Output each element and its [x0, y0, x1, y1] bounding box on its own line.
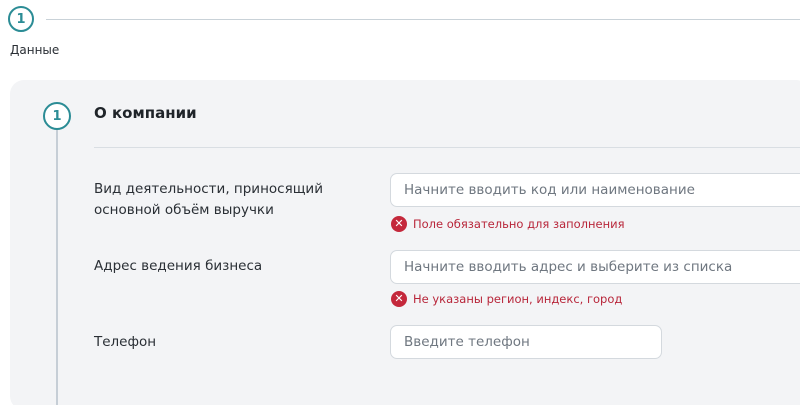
activity-error: ✕ Поле обязательно для заполнения — [391, 216, 625, 232]
address-error-text: Не указаны регион, индекс, город — [413, 292, 623, 306]
activity-label: Вид деятельности, приносящий основной об… — [94, 179, 323, 221]
company-section-panel: 1 О компании Вид деятельности, приносящи… — [10, 80, 800, 405]
section-number-badge: 1 — [43, 102, 71, 130]
x-circle-icon: ✕ — [391, 216, 407, 232]
activity-label-line2: основной объём выручки — [94, 202, 274, 218]
activity-error-text: Поле обязательно для заполнения — [413, 217, 625, 231]
address-label: Адрес ведения бизнеса — [94, 258, 263, 274]
activity-input[interactable] — [390, 173, 800, 207]
section-number: 1 — [52, 108, 62, 124]
form-page: 1 Данные 1 О компании Вид деятельности, … — [0, 0, 800, 405]
step-progress-line — [46, 19, 800, 20]
phone-label: Телефон — [94, 334, 157, 350]
section-title: О компании — [94, 104, 197, 122]
section-timeline-line — [56, 130, 58, 405]
address-input[interactable] — [390, 250, 800, 284]
activity-label-line1: Вид деятельности, приносящий — [94, 181, 323, 197]
section-divider — [94, 147, 800, 148]
phone-input[interactable] — [390, 325, 662, 359]
step-number: 1 — [16, 11, 26, 27]
step-indicator[interactable]: 1 — [8, 6, 34, 32]
address-error: ✕ Не указаны регион, индекс, город — [391, 291, 622, 307]
stepper: 1 — [8, 6, 800, 40]
x-circle-icon: ✕ — [391, 291, 407, 307]
step-label: Данные — [10, 43, 60, 57]
